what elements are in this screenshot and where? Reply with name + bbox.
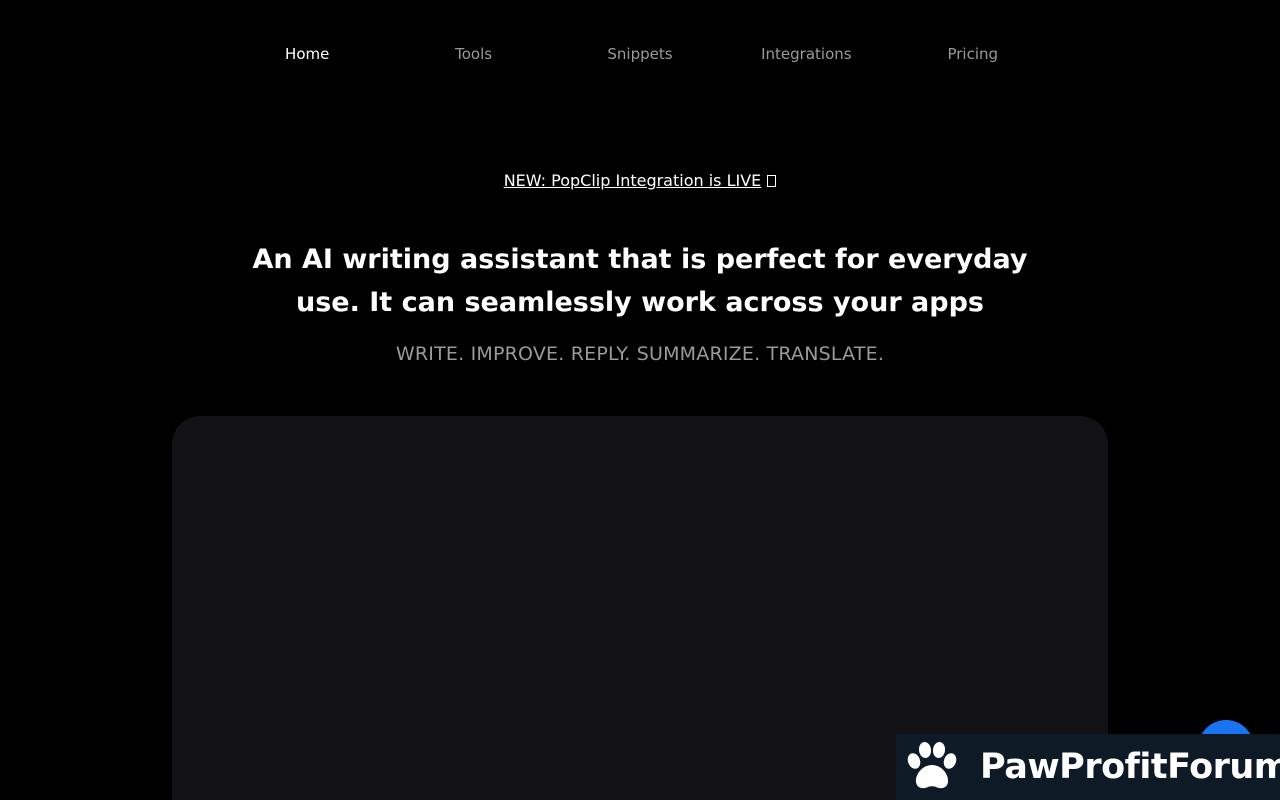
nav-home[interactable]: Home <box>224 42 390 66</box>
watermark-text: PawProfitForum <box>980 747 1280 787</box>
nav-pricing[interactable]: Pricing <box>890 42 1056 66</box>
announcement-banner: NEW: PopClip Integration is LIVE <box>0 169 1280 193</box>
hero-headline: An AI writing assistant that is perfect … <box>252 244 1028 318</box>
page: Home Tools Snippets Integrations Pricing… <box>0 0 1280 800</box>
top-nav: Home Tools Snippets Integrations Pricing <box>224 42 1056 66</box>
hero-tagline: WRITE. IMPROVE. REPLY. SUMMARIZE. TRANSL… <box>395 343 885 365</box>
paw-icon <box>907 742 957 789</box>
watermark-banner: PawProfitForum <box>896 734 1280 800</box>
missing-glyph-icon <box>767 175 777 187</box>
nav-tools[interactable]: Tools <box>390 42 556 66</box>
announcement-link[interactable]: NEW: PopClip Integration is LIVE <box>504 171 762 190</box>
nav-integrations[interactable]: Integrations <box>723 42 889 66</box>
nav-snippets[interactable]: Snippets <box>557 42 723 66</box>
